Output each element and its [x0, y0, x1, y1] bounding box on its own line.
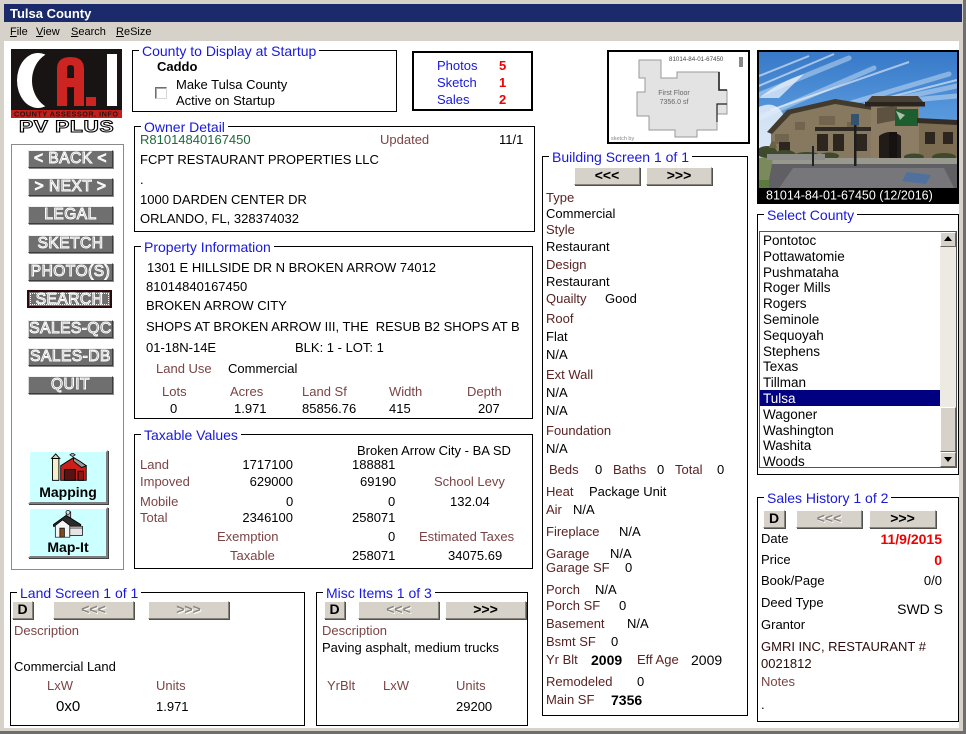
- svg-text:First Floor: First Floor: [658, 90, 690, 97]
- svg-text:81014-84-01-67450: 81014-84-01-67450: [669, 56, 724, 63]
- svg-text:sketch by: sketch by: [611, 136, 634, 142]
- svg-text:7356.0 sf: 7356.0 sf: [660, 99, 689, 106]
- svg-text:81014-84-01-67450 (12/2016): 81014-84-01-67450 (12/2016): [766, 189, 933, 203]
